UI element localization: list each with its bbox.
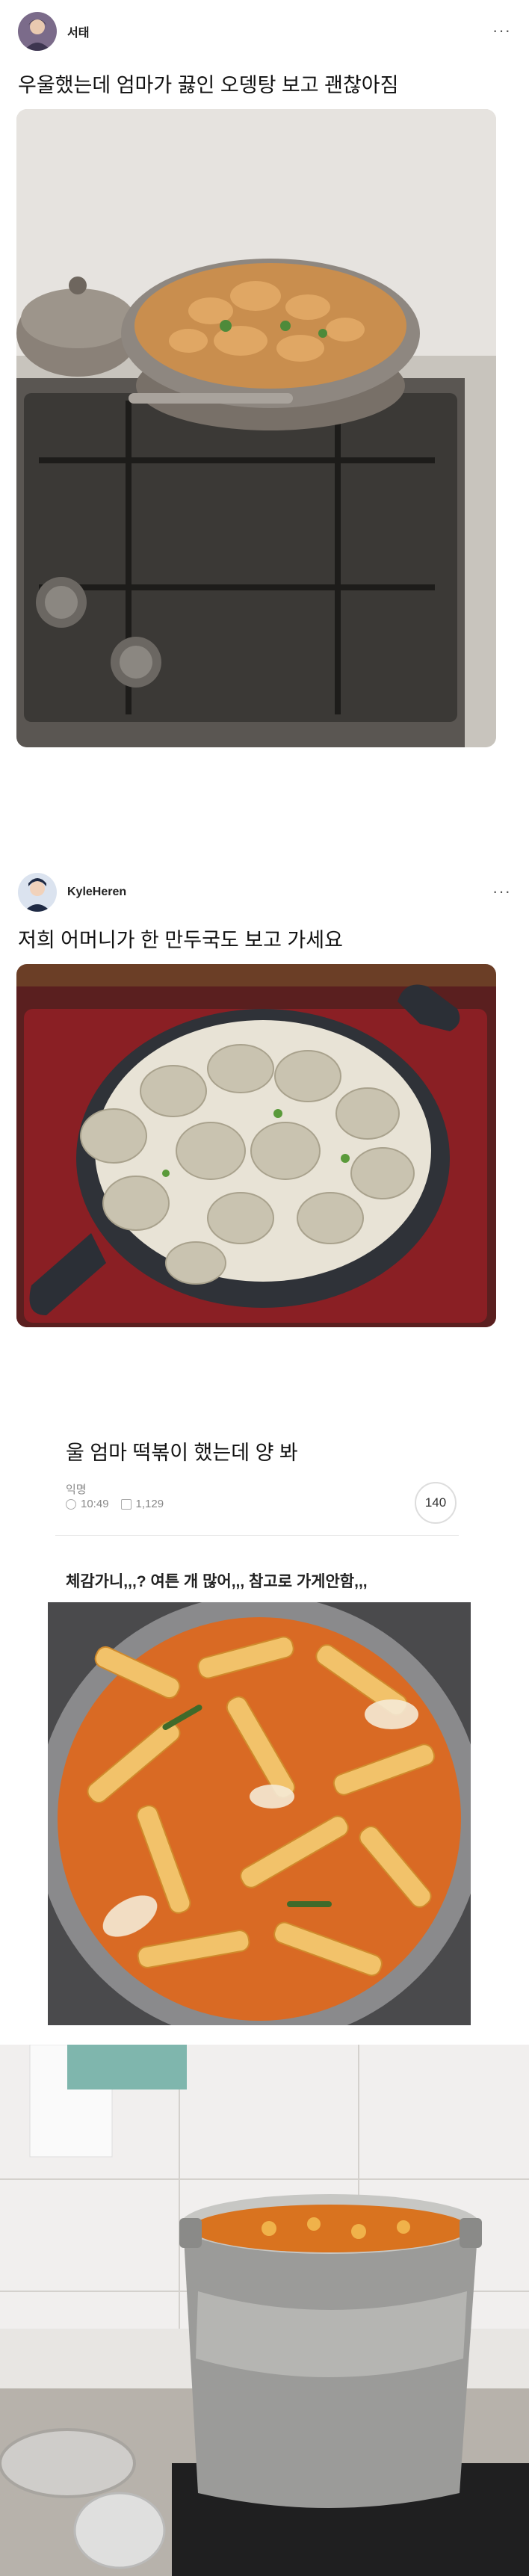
post-photo-large-pot	[0, 2045, 529, 2576]
avatar[interactable]	[18, 873, 57, 912]
post-photo-dumpling-soup	[16, 964, 496, 1327]
community-post-meta: 10:49 1,129	[66, 1498, 164, 1510]
post-photo-tteokbokki	[48, 1602, 471, 2025]
clock-icon	[66, 1498, 76, 1510]
views-icon	[120, 1498, 132, 1510]
post-header: 서태	[18, 12, 89, 51]
post-text: 우울했는데 엄마가 끓인 오뎅탕 보고 괜찮아짐	[18, 74, 399, 96]
more-options-icon[interactable]: ···	[492, 21, 511, 40]
author-name[interactable]: 서태	[67, 22, 89, 40]
post-time: 10:49	[81, 1498, 109, 1510]
community-post-author: 익명	[66, 1483, 87, 1496]
comment-count-button[interactable]: 140	[415, 1482, 457, 1524]
community-post-body: 체감가니,,,? 여튼 개 많어,,, 참고로 가게안함,,,	[66, 1573, 368, 1590]
post-header: KyleHeren	[18, 873, 126, 912]
post-photo-odeng-stew	[16, 109, 496, 747]
more-options-icon[interactable]: ···	[492, 882, 511, 901]
avatar[interactable]	[18, 12, 57, 51]
author-name[interactable]: KyleHeren	[67, 886, 126, 899]
post-views: 1,129	[135, 1498, 164, 1510]
divider	[55, 1535, 459, 1536]
post-text: 저희 어머니가 한 만두국도 보고 가세요	[18, 929, 343, 951]
community-post-title[interactable]: 울 엄마 떡볶이 했는데 양 봐	[66, 1436, 298, 1465]
